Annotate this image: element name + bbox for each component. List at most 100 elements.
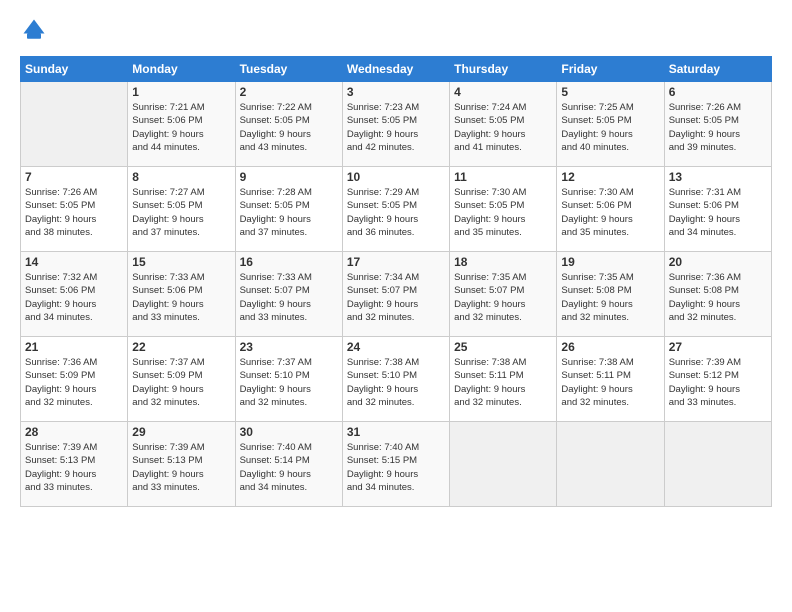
day-info: Sunrise: 7:31 AM Sunset: 5:06 PM Dayligh… xyxy=(669,186,767,239)
day-number: 13 xyxy=(669,170,767,184)
header xyxy=(20,16,772,44)
day-number: 14 xyxy=(25,255,123,269)
calendar-cell: 2 Sunrise: 7:22 AM Sunset: 5:05 PM Daylig… xyxy=(235,82,342,167)
day-number: 17 xyxy=(347,255,445,269)
day-number: 29 xyxy=(132,425,230,439)
weekday-header: Saturday xyxy=(664,57,771,82)
day-number: 1 xyxy=(132,85,230,99)
calendar-cell: 10 Sunrise: 7:29 AM Sunset: 5:05 PM Dayli… xyxy=(342,167,449,252)
day-info: Sunrise: 7:40 AM Sunset: 5:14 PM Dayligh… xyxy=(240,441,338,494)
calendar-cell: 26 Sunrise: 7:38 AM Sunset: 5:11 PM Dayli… xyxy=(557,337,664,422)
day-info: Sunrise: 7:22 AM Sunset: 5:05 PM Dayligh… xyxy=(240,101,338,154)
day-info: Sunrise: 7:32 AM Sunset: 5:06 PM Dayligh… xyxy=(25,271,123,324)
day-info: Sunrise: 7:25 AM Sunset: 5:05 PM Dayligh… xyxy=(561,101,659,154)
weekday-header: Thursday xyxy=(450,57,557,82)
calendar-week: 21 Sunrise: 7:36 AM Sunset: 5:09 PM Dayli… xyxy=(21,337,772,422)
day-info: Sunrise: 7:28 AM Sunset: 5:05 PM Dayligh… xyxy=(240,186,338,239)
day-info: Sunrise: 7:37 AM Sunset: 5:09 PM Dayligh… xyxy=(132,356,230,409)
calendar-cell: 18 Sunrise: 7:35 AM Sunset: 5:07 PM Dayli… xyxy=(450,252,557,337)
day-number: 12 xyxy=(561,170,659,184)
calendar-cell: 8 Sunrise: 7:27 AM Sunset: 5:05 PM Daylig… xyxy=(128,167,235,252)
day-info: Sunrise: 7:38 AM Sunset: 5:11 PM Dayligh… xyxy=(561,356,659,409)
day-number: 20 xyxy=(669,255,767,269)
day-number: 22 xyxy=(132,340,230,354)
day-number: 15 xyxy=(132,255,230,269)
calendar-cell: 24Sunrise: 7:38 AM Sunset: 5:10 PM Dayli… xyxy=(342,337,449,422)
calendar-cell: 29 Sunrise: 7:39 AM Sunset: 5:13 PM Dayli… xyxy=(128,422,235,507)
calendar-body: 1Sunrise: 7:21 AM Sunset: 5:06 PM Daylig… xyxy=(21,82,772,507)
day-info: Sunrise: 7:39 AM Sunset: 5:13 PM Dayligh… xyxy=(25,441,123,494)
calendar-week: 14 Sunrise: 7:32 AM Sunset: 5:06 PM Dayli… xyxy=(21,252,772,337)
day-number: 31 xyxy=(347,425,445,439)
weekday-header: Wednesday xyxy=(342,57,449,82)
calendar-week: 1Sunrise: 7:21 AM Sunset: 5:06 PM Daylig… xyxy=(21,82,772,167)
day-info: Sunrise: 7:35 AM Sunset: 5:07 PM Dayligh… xyxy=(454,271,552,324)
day-number: 28 xyxy=(25,425,123,439)
day-info: Sunrise: 7:38 AM Sunset: 5:11 PM Dayligh… xyxy=(454,356,552,409)
calendar-cell xyxy=(450,422,557,507)
day-info: Sunrise: 7:36 AM Sunset: 5:09 PM Dayligh… xyxy=(25,356,123,409)
day-number: 16 xyxy=(240,255,338,269)
calendar-cell: 4 Sunrise: 7:24 AM Sunset: 5:05 PM Daylig… xyxy=(450,82,557,167)
day-info: Sunrise: 7:36 AM Sunset: 5:08 PM Dayligh… xyxy=(669,271,767,324)
day-info: Sunrise: 7:26 AM Sunset: 5:05 PM Dayligh… xyxy=(25,186,123,239)
day-number: 26 xyxy=(561,340,659,354)
weekday-header: Tuesday xyxy=(235,57,342,82)
day-info: Sunrise: 7:29 AM Sunset: 5:05 PM Dayligh… xyxy=(347,186,445,239)
day-number: 6 xyxy=(669,85,767,99)
calendar-cell: 12 Sunrise: 7:30 AM Sunset: 5:06 PM Dayli… xyxy=(557,167,664,252)
calendar-cell: 30 Sunrise: 7:40 AM Sunset: 5:14 PM Dayli… xyxy=(235,422,342,507)
day-info: Sunrise: 7:27 AM Sunset: 5:05 PM Dayligh… xyxy=(132,186,230,239)
day-info: Sunrise: 7:39 AM Sunset: 5:12 PM Dayligh… xyxy=(669,356,767,409)
day-info: Sunrise: 7:33 AM Sunset: 5:07 PM Dayligh… xyxy=(240,271,338,324)
day-info: Sunrise: 7:30 AM Sunset: 5:06 PM Dayligh… xyxy=(561,186,659,239)
calendar-cell: 14 Sunrise: 7:32 AM Sunset: 5:06 PM Dayli… xyxy=(21,252,128,337)
calendar-cell: 11Sunrise: 7:30 AM Sunset: 5:05 PM Dayli… xyxy=(450,167,557,252)
calendar-cell: 28 Sunrise: 7:39 AM Sunset: 5:13 PM Dayli… xyxy=(21,422,128,507)
calendar-cell: 1Sunrise: 7:21 AM Sunset: 5:06 PM Daylig… xyxy=(128,82,235,167)
logo-icon xyxy=(20,16,48,44)
calendar-cell: 7 Sunrise: 7:26 AM Sunset: 5:05 PM Daylig… xyxy=(21,167,128,252)
day-info: Sunrise: 7:37 AM Sunset: 5:10 PM Dayligh… xyxy=(240,356,338,409)
day-number: 5 xyxy=(561,85,659,99)
weekday-header: Monday xyxy=(128,57,235,82)
weekday-header: Sunday xyxy=(21,57,128,82)
calendar-cell: 17 Sunrise: 7:34 AM Sunset: 5:07 PM Dayli… xyxy=(342,252,449,337)
day-info: Sunrise: 7:40 AM Sunset: 5:15 PM Dayligh… xyxy=(347,441,445,494)
day-number: 10 xyxy=(347,170,445,184)
day-number: 19 xyxy=(561,255,659,269)
calendar-cell xyxy=(557,422,664,507)
calendar-cell: 23Sunrise: 7:37 AM Sunset: 5:10 PM Dayli… xyxy=(235,337,342,422)
calendar-cell: 22 Sunrise: 7:37 AM Sunset: 5:09 PM Dayli… xyxy=(128,337,235,422)
day-number: 3 xyxy=(347,85,445,99)
day-number: 21 xyxy=(25,340,123,354)
calendar-cell: 5 Sunrise: 7:25 AM Sunset: 5:05 PM Daylig… xyxy=(557,82,664,167)
day-info: Sunrise: 7:39 AM Sunset: 5:13 PM Dayligh… xyxy=(132,441,230,494)
calendar-week: 28 Sunrise: 7:39 AM Sunset: 5:13 PM Dayli… xyxy=(21,422,772,507)
day-number: 27 xyxy=(669,340,767,354)
day-info: Sunrise: 7:26 AM Sunset: 5:05 PM Dayligh… xyxy=(669,101,767,154)
day-number: 7 xyxy=(25,170,123,184)
calendar-header: SundayMondayTuesdayWednesdayThursdayFrid… xyxy=(21,57,772,82)
calendar-cell: 20 Sunrise: 7:36 AM Sunset: 5:08 PM Dayli… xyxy=(664,252,771,337)
day-number: 30 xyxy=(240,425,338,439)
day-number: 4 xyxy=(454,85,552,99)
weekday-row: SundayMondayTuesdayWednesdayThursdayFrid… xyxy=(21,57,772,82)
logo xyxy=(20,16,52,44)
calendar-cell: 27 Sunrise: 7:39 AM Sunset: 5:12 PM Dayli… xyxy=(664,337,771,422)
calendar-cell: 21 Sunrise: 7:36 AM Sunset: 5:09 PM Dayli… xyxy=(21,337,128,422)
calendar-cell: 6 Sunrise: 7:26 AM Sunset: 5:05 PM Daylig… xyxy=(664,82,771,167)
day-number: 18 xyxy=(454,255,552,269)
day-info: Sunrise: 7:34 AM Sunset: 5:07 PM Dayligh… xyxy=(347,271,445,324)
calendar-cell: 25Sunrise: 7:38 AM Sunset: 5:11 PM Dayli… xyxy=(450,337,557,422)
day-number: 2 xyxy=(240,85,338,99)
calendar-week: 7 Sunrise: 7:26 AM Sunset: 5:05 PM Daylig… xyxy=(21,167,772,252)
day-info: Sunrise: 7:33 AM Sunset: 5:06 PM Dayligh… xyxy=(132,271,230,324)
calendar-cell: 15 Sunrise: 7:33 AM Sunset: 5:06 PM Dayli… xyxy=(128,252,235,337)
page: SundayMondayTuesdayWednesdayThursdayFrid… xyxy=(0,0,792,612)
calendar-cell: 9Sunrise: 7:28 AM Sunset: 5:05 PM Daylig… xyxy=(235,167,342,252)
day-number: 11 xyxy=(454,170,552,184)
day-number: 8 xyxy=(132,170,230,184)
calendar-cell: 3Sunrise: 7:23 AM Sunset: 5:05 PM Daylig… xyxy=(342,82,449,167)
day-info: Sunrise: 7:24 AM Sunset: 5:05 PM Dayligh… xyxy=(454,101,552,154)
